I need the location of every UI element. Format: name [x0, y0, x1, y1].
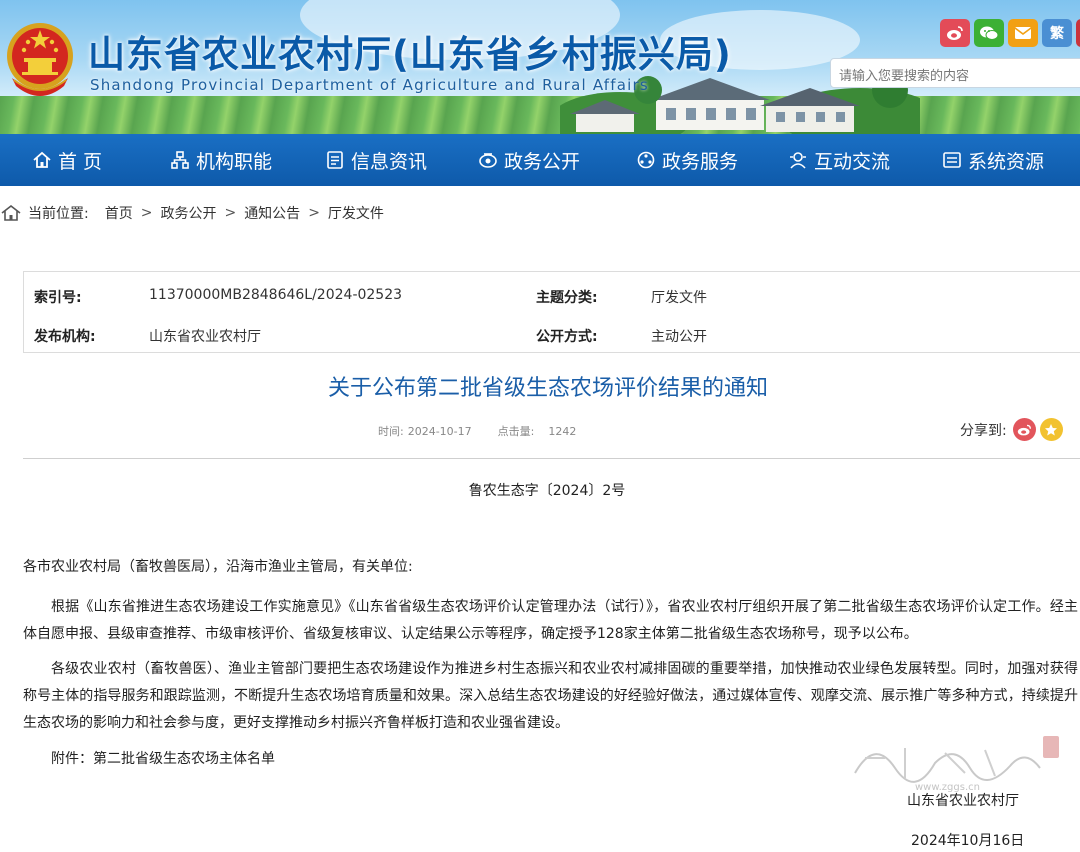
title-divider: [23, 458, 1080, 459]
breadcrumb-home[interactable]: 首页: [105, 203, 133, 223]
location-home-icon: [1, 204, 21, 221]
weibo-link[interactable]: [940, 19, 970, 47]
nav-label: 政务服务: [662, 150, 739, 173]
nav-item-org[interactable]: 机构职能: [170, 134, 272, 186]
signing-date: 2024年10月16日: [911, 833, 1025, 849]
site-title: 山东省农业农村厅(山东省乡村振兴局): [88, 33, 732, 76]
breadcrumb-dept-documents[interactable]: 厅发文件: [328, 203, 384, 223]
index-number-label: 索引号:: [34, 290, 82, 306]
nav-label: 互动交流: [814, 150, 891, 173]
share-bar: 分享到:: [960, 418, 1063, 441]
service-icon: [636, 150, 656, 170]
nav-label: 机构职能: [196, 150, 273, 173]
clicks-label: 点击量:: [497, 425, 535, 438]
nav-item-news[interactable]: 信息资讯: [325, 134, 427, 186]
search-input[interactable]: 请输入您要搜索的内容: [830, 58, 1080, 88]
article-title: 关于公布第二批省级生态农场评价结果的通知: [327, 376, 768, 401]
nav-label: 政务公开: [504, 150, 581, 173]
breadcrumb-prefix: 当前位置:: [28, 206, 89, 222]
wechat-link[interactable]: [974, 19, 1004, 47]
breadcrumb-separator: >: [308, 205, 320, 221]
mail-link[interactable]: [1008, 19, 1038, 47]
article-meta: 时间: 2024-10-17 点击量: 1242: [378, 423, 580, 439]
site-subtitle: Shandong Provincial Department of Agricu…: [90, 76, 649, 94]
wechat-icon: [980, 26, 999, 40]
share-label: 分享到:: [960, 422, 1007, 439]
share-weibo-button[interactable]: [1012, 418, 1036, 441]
breadcrumb: 当前位置: 首页 > 政务公开 > 通知公告 > 厅发文件: [0, 198, 384, 228]
watermark-logo: www.zggs.cn: [854, 736, 1059, 793]
topic-label: 主题分类:: [536, 290, 598, 306]
share-favorite-button[interactable]: [1039, 418, 1063, 441]
document-number: 鲁农生态字〔2024〕2号: [468, 483, 626, 499]
publish-time: 2024-10-17: [407, 425, 472, 438]
news-icon: [325, 150, 345, 170]
weibo-icon: [947, 26, 963, 40]
click-count: 1242: [548, 425, 577, 438]
national-emblem-icon: [7, 23, 73, 96]
nav-item-resources[interactable]: 系统资源: [942, 134, 1044, 186]
document-info-table: 索引号: 11370000MB2848646L/2024-02523 主题分类:…: [23, 271, 1080, 353]
mail-icon: [1014, 27, 1032, 39]
star-icon: [1045, 423, 1058, 435]
publisher-label: 发布机构:: [34, 329, 96, 345]
org-icon: [170, 150, 190, 170]
index-number-value: 11370000MB2848646L/2024-02523: [149, 287, 403, 303]
social-links: 繁: [940, 19, 1080, 47]
time-label: 时间:: [378, 425, 404, 438]
nav-item-gov-service[interactable]: 政务服务: [636, 134, 738, 186]
disclosure-label: 公开方式:: [536, 329, 598, 345]
resource-icon: [942, 150, 962, 170]
breadcrumb-separator: >: [140, 205, 153, 221]
publisher-value: 山东省农业农村厅: [149, 329, 261, 345]
nav-item-gov-open[interactable]: 政务公开: [478, 134, 580, 186]
traditional-chinese-button[interactable]: 繁: [1042, 19, 1072, 47]
weibo-icon: [1017, 424, 1031, 435]
paragraph-2: 各级农业农村（畜牧兽医）、渔业主管部门要把生态农场建设作为推进乡村生态振兴和农业…: [23, 661, 1078, 731]
site-header: 山东省农业农村厅(山东省乡村振兴局) Shandong Provincial D…: [0, 0, 1080, 134]
nav-label: 系统资源: [968, 150, 1045, 173]
interaction-icon: [788, 150, 808, 170]
svg-text:www.zggs.cn: www.zggs.cn: [915, 782, 980, 793]
disclosure-value: 主动公开: [651, 329, 707, 345]
paragraph-1: 根据《山东省推进生态农场建设工作实施意见》《山东省省级生态农场评价认定管理办法（…: [23, 599, 1078, 642]
nav-label: 首 页: [58, 150, 103, 173]
nav-item-interaction[interactable]: 互动交流: [788, 134, 890, 186]
breadcrumb-notices[interactable]: 通知公告: [244, 203, 300, 223]
breadcrumb-gov-open[interactable]: 政务公开: [160, 203, 216, 223]
topic-value: 厅发文件: [651, 290, 707, 306]
breadcrumb-separator: >: [224, 205, 237, 221]
salutation: 各市农业农村局（畜牧兽医局），沿海市渔业主管局，有关单位:: [23, 559, 413, 575]
main-nav: 首 页 机构职能 信息资讯 政务公开 政务服务 互动交流 系统资源: [0, 134, 1080, 186]
open-gov-icon: [478, 150, 498, 170]
more-link[interactable]: [1076, 19, 1080, 47]
nav-label: 信息资讯: [351, 150, 428, 173]
home-icon: [32, 150, 52, 170]
nav-item-home[interactable]: 首 页: [32, 134, 102, 186]
